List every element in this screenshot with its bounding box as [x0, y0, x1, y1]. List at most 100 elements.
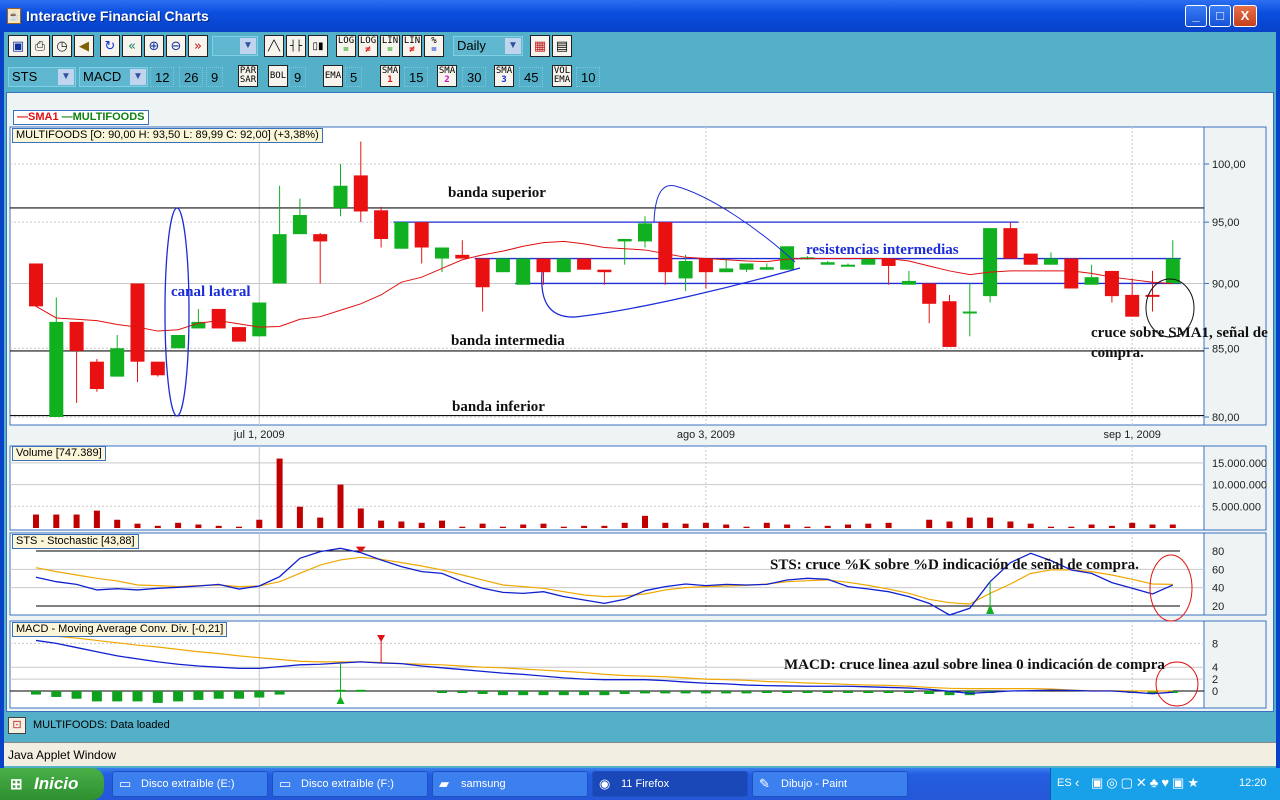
macd-tick-label: 2 — [1212, 674, 1218, 686]
taskbar-item[interactable]: ▰ samsung — [432, 771, 588, 797]
volume-bar — [73, 514, 80, 528]
stochastic-info-box: STS - Stochastic [43,88] — [12, 534, 139, 549]
volume-bar — [784, 524, 791, 528]
candle-body — [901, 280, 916, 285]
macd-histogram-bar — [538, 691, 549, 696]
stochastic-tick-label: 60 — [1212, 564, 1224, 576]
chart-canvas[interactable]: jul 1, 2009 ago 3, 2009 sep 1, 2009 100,00 9… — [0, 0, 1280, 800]
legend-series: MULTIFOODS — [72, 111, 145, 123]
volume-bar — [743, 526, 750, 528]
macd-histogram-bar — [173, 691, 184, 702]
macd-histogram-bar — [721, 691, 732, 694]
macd-histogram-bar — [193, 691, 204, 700]
candle-body — [171, 335, 186, 349]
volume-bar — [53, 514, 60, 528]
candle-body — [232, 327, 246, 342]
candle-body — [1003, 228, 1018, 259]
volume-tick-label: 15.000.000 — [1212, 458, 1267, 470]
volume-bar — [459, 526, 466, 528]
macd-info-box: MACD - Moving Average Conv. Div. [-0,21] — [12, 622, 228, 637]
x-tick-label: jul 1, 2009 — [233, 429, 285, 441]
macd-histogram-bar — [355, 689, 366, 692]
volume-bar — [601, 525, 608, 528]
candle-body — [1044, 258, 1058, 265]
volume-bar — [1108, 525, 1115, 528]
firefox-icon: ◉ — [599, 776, 611, 791]
fullscreen-icon[interactable]: ⊡ — [8, 717, 26, 734]
macd-histogram-bar — [680, 691, 691, 694]
folder-icon: ▰ — [439, 776, 449, 791]
macd-tick-label: 4 — [1212, 662, 1218, 674]
taskbar-item[interactable]: ▭ Disco extraíble (E:) — [112, 771, 268, 797]
volume-panel — [9, 445, 1205, 531]
macd-histogram-bar — [497, 691, 508, 696]
candle-body — [89, 361, 104, 390]
candle-body — [617, 238, 632, 242]
status-bar: ⊡ MULTIFOODS: Data loaded — [6, 715, 1274, 737]
candle-body — [1104, 270, 1119, 297]
volume-bar — [93, 510, 100, 528]
volume-bar — [763, 522, 770, 528]
applet-warning-bar: Java Applet Window — [4, 742, 1276, 766]
volume-tick-label: 5.000.000 — [1212, 501, 1261, 513]
status-message: MULTIFOODS: Data loaded — [33, 719, 170, 731]
candle-body — [69, 321, 84, 351]
language-indicator[interactable]: ES — [1057, 777, 1072, 789]
drive-icon: ▭ — [279, 776, 292, 791]
candle-body — [1125, 294, 1140, 317]
macd-histogram-bar — [761, 691, 772, 693]
volume-bar — [621, 522, 628, 528]
candle-body — [394, 222, 409, 249]
volume-bar — [337, 484, 344, 528]
tray-expand-icon[interactable]: ‹ — [1075, 775, 1079, 790]
candle-body — [698, 258, 713, 273]
price-tick-label: 95,00 — [1212, 217, 1240, 229]
candle-body — [597, 269, 612, 273]
volume-bar — [926, 519, 933, 528]
volume-bar — [154, 525, 161, 528]
taskbar-item[interactable]: ◉ 11 Firefox — [592, 771, 748, 797]
candle-body — [1023, 253, 1038, 265]
candle-body — [211, 308, 226, 329]
candle-body — [780, 246, 795, 270]
volume-bar — [357, 508, 364, 528]
annotation-cruce-sma1-cont: compra. — [1091, 345, 1144, 361]
volume-bar — [560, 526, 567, 528]
macd-histogram-bar — [91, 691, 102, 702]
taskbar-item-label: samsung — [461, 778, 506, 790]
macd-histogram-bar — [599, 691, 610, 696]
macd-histogram-bar — [558, 691, 569, 696]
volume-bar — [702, 522, 709, 528]
candle-body — [313, 234, 328, 242]
volume-bar — [134, 523, 141, 528]
volume-bar — [33, 514, 39, 528]
start-button[interactable]: ⊞ Inicio — [0, 768, 104, 800]
taskbar-item-label: 11 Firefox — [621, 778, 670, 790]
volume-bar — [175, 522, 182, 528]
volume-bar — [1129, 522, 1136, 528]
candle-body — [922, 283, 937, 304]
candle-body — [1084, 277, 1099, 285]
macd-histogram-bar — [782, 691, 793, 693]
macd-tick-label: 0 — [1212, 686, 1218, 698]
macd-histogram-bar — [924, 691, 935, 694]
volume-bar — [378, 520, 385, 528]
volume-bar — [296, 506, 303, 528]
taskbar-item[interactable]: ▭ Disco extraíble (F:) — [272, 771, 428, 797]
candle-body — [820, 262, 835, 265]
taskbar-item[interactable]: ✎ Dibujo - Paint — [752, 771, 908, 797]
tray-apps-icon[interactable]: ▣◎▢✕♣♥▣★ — [1091, 775, 1202, 791]
macd-histogram-bar — [51, 691, 62, 697]
candle-body — [678, 261, 693, 279]
macd-histogram-bar — [31, 691, 41, 695]
volume-bar — [1027, 523, 1034, 528]
annotation-canal-lateral: canal lateral — [171, 284, 251, 300]
macd-histogram-bar — [518, 691, 529, 696]
macd-histogram-bar — [843, 691, 853, 693]
x-tick-label: ago 3, 2009 — [677, 429, 735, 441]
macd-histogram-bar — [822, 691, 833, 693]
macd-histogram-bar — [903, 691, 914, 693]
macd-histogram-bar — [437, 691, 447, 693]
price-info-box: MULTIFOODS [O: 90,00 H: 93,50 L: 89,99 C… — [12, 128, 323, 143]
annotation-resistencias: resistencias intermedias — [806, 242, 959, 258]
